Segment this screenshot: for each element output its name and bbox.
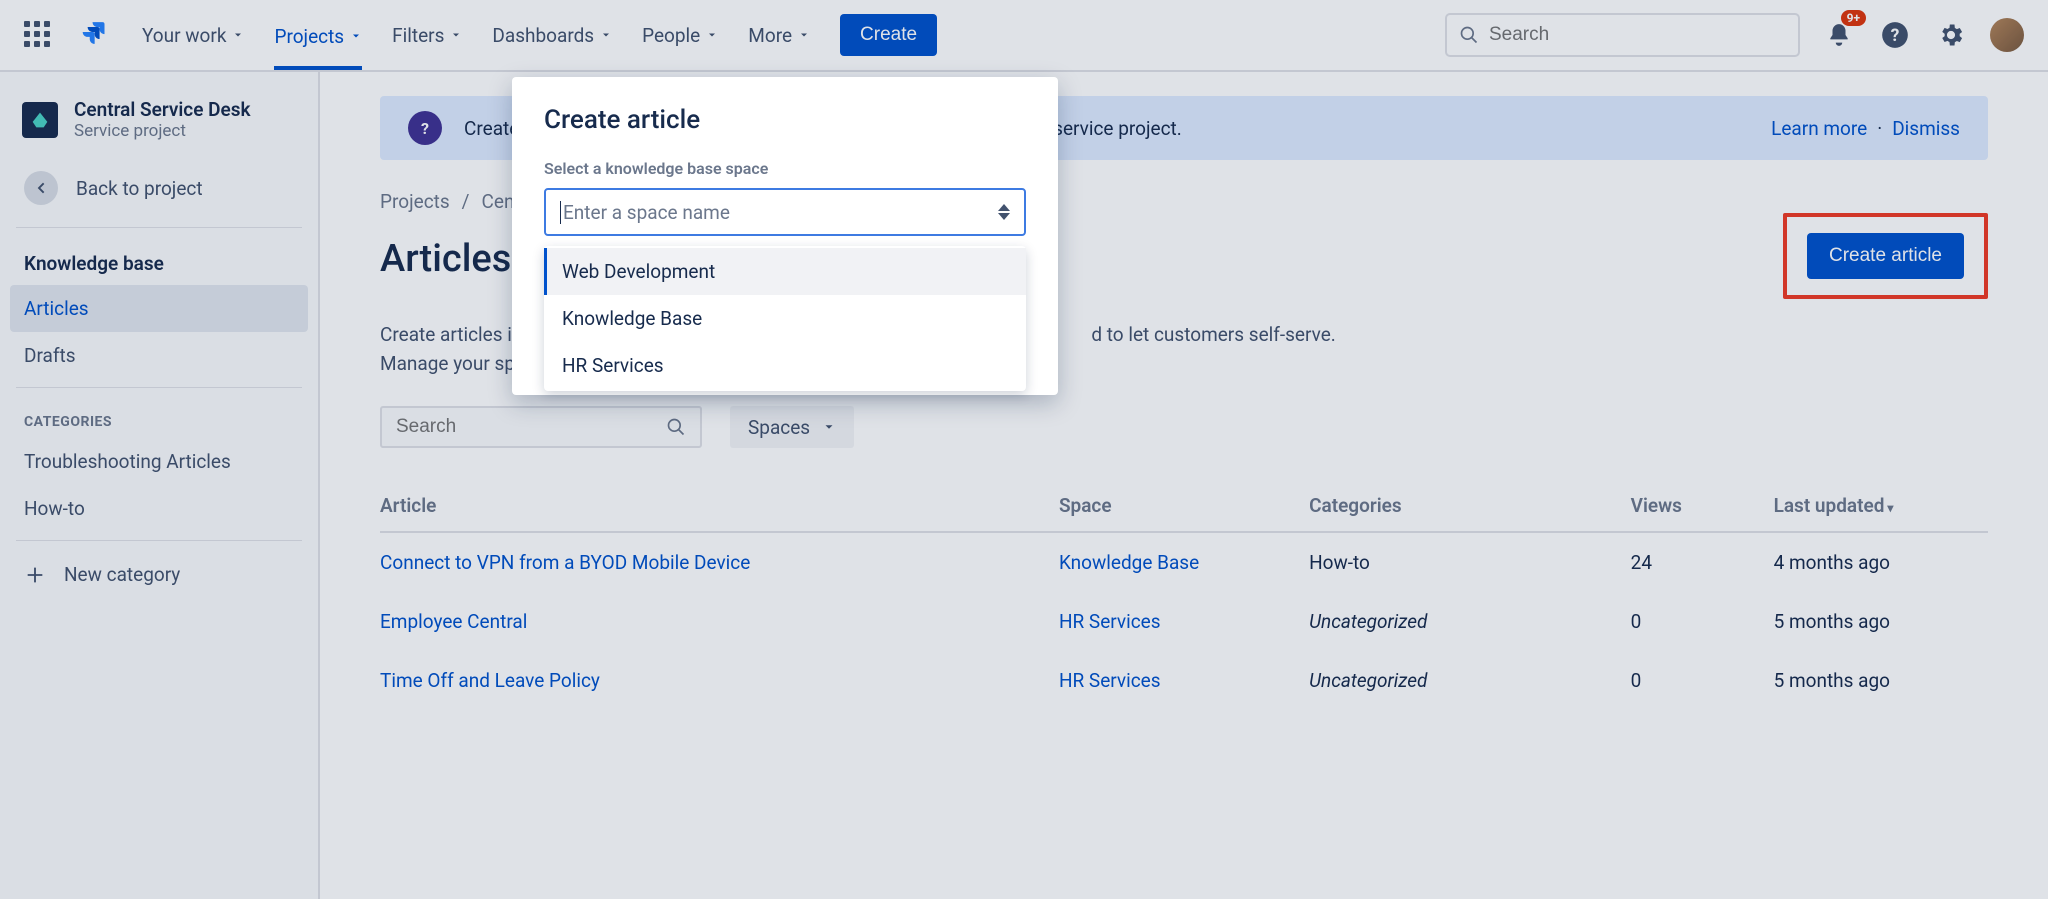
space-placeholder: Enter a space name — [560, 201, 730, 224]
space-dropdown: Web DevelopmentKnowledge BaseHR Services — [544, 246, 1026, 391]
space-option[interactable]: HR Services — [544, 342, 1026, 389]
space-combobox[interactable]: Enter a space name — [544, 188, 1026, 236]
create-article-modal: Create article Select a knowledge base s… — [512, 77, 1058, 395]
combobox-caret-icon — [998, 204, 1010, 220]
space-select-label: Select a knowledge base space — [544, 159, 1026, 178]
space-option[interactable]: Knowledge Base — [544, 295, 1026, 342]
modal-title: Create article — [544, 105, 1026, 135]
space-option[interactable]: Web Development — [544, 248, 1026, 295]
